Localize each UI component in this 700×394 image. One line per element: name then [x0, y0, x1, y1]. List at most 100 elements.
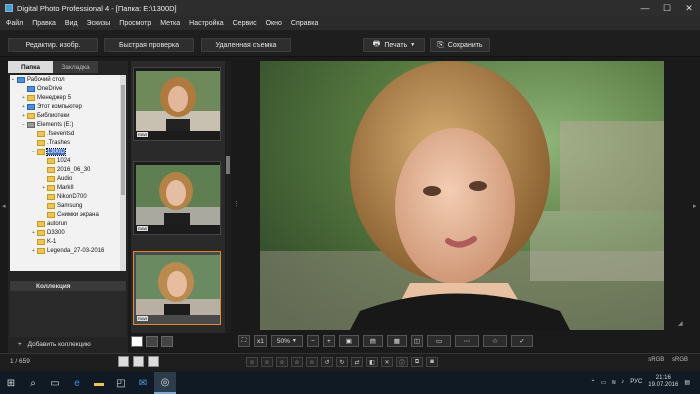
dual-view-icon[interactable] — [146, 336, 158, 347]
menu-preview[interactable]: Просмотр — [119, 20, 151, 27]
tree-item[interactable]: + MarkII — [10, 183, 126, 192]
store-icon[interactable]: ◰ — [110, 372, 132, 394]
thumbnail-scroll-thumb[interactable] — [226, 156, 230, 174]
windows-start-icon[interactable]: ⊞ — [0, 372, 22, 394]
search-icon[interactable]: ⌕ — [22, 372, 44, 394]
battery-icon[interactable]: ▭ — [601, 379, 607, 386]
edge-browser-icon[interactable]: e — [66, 372, 88, 394]
save-button[interactable]: ⎘ Сохранить — [430, 38, 490, 52]
rating-2-icon[interactable]: ☆ — [261, 357, 273, 367]
collection-header[interactable]: Коллекция — [10, 281, 126, 291]
tab-bookmark[interactable]: Закладка — [53, 61, 98, 73]
tree-item[interactable]: −1300D — [10, 147, 126, 156]
tree-item[interactable]: 2016_06_30 — [10, 165, 126, 174]
dpp-taskbar-icon[interactable]: ◎ — [154, 372, 176, 394]
menu-thumbnails[interactable]: Эскизы — [87, 20, 111, 27]
fit-to-window-button[interactable]: ⛶ — [238, 335, 250, 347]
copy-icon[interactable]: ⧉ — [411, 357, 423, 367]
info-display-icon[interactable]: ⋯ — [455, 335, 480, 347]
tree-item[interactable]: Снимки экрана — [10, 210, 126, 219]
rotate-right-icon[interactable]: ↻ — [336, 357, 348, 367]
rating-5-icon[interactable]: ☆ — [306, 357, 318, 367]
zoom-level-select[interactable]: 50% ▼ — [270, 335, 303, 347]
list-layout-icon[interactable] — [133, 356, 144, 367]
tree-item[interactable]: NikonD700 — [10, 192, 126, 201]
tree-item[interactable]: + Этот компьютер — [10, 102, 126, 111]
tree-item[interactable]: K-1 — [10, 237, 126, 246]
menu-tools[interactable]: Сервис — [233, 20, 257, 27]
print-button[interactable]: 🖶 Печать ▼ — [363, 38, 425, 52]
folder-tree[interactable]: ▪ Рабочий стол OneDrive + Менеджер 5 + Этот ко… — [10, 75, 126, 271]
thumbnail-layout-icon[interactable] — [118, 356, 129, 367]
quick-check-button[interactable]: Быстрая проверка — [104, 38, 194, 52]
notifications-icon[interactable]: ▤ — [684, 379, 690, 386]
remote-shooting-button[interactable]: Удаленная съемка — [201, 38, 291, 52]
rating-icon[interactable]: ☆ — [483, 335, 508, 347]
thumbnail-item[interactable]: RAW — [133, 161, 221, 235]
menu-edit[interactable]: Правка — [32, 20, 56, 27]
menu-help[interactable]: Справка — [291, 20, 318, 27]
info-icon[interactable]: ⓘ — [396, 357, 408, 367]
thumbnail-scrollbar[interactable] — [225, 61, 231, 333]
af-point-icon[interactable]: ▣ — [338, 335, 359, 347]
check-mark-icon[interactable]: ✓ — [511, 335, 534, 347]
splitter-handle-icon[interactable]: ⋮ — [233, 200, 240, 208]
highlight-warning-icon[interactable]: ▤ — [362, 335, 383, 347]
image-viewer[interactable] — [260, 61, 664, 330]
compare-icon[interactable]: ◧ — [366, 357, 378, 367]
right-collapse-arrow-icon[interactable]: ▸ — [693, 202, 697, 210]
single-view-icon[interactable] — [131, 336, 143, 347]
tree-item[interactable]: ▪ Рабочий стол — [10, 75, 126, 84]
layout-icon[interactable]: ▭ — [427, 335, 452, 347]
file-explorer-icon[interactable]: ▬ — [88, 372, 110, 394]
left-collapse-arrow-icon[interactable]: ◂ — [2, 202, 6, 210]
close-button[interactable]: ✕ — [678, 0, 700, 16]
zoom-in-button[interactable]: + — [322, 335, 335, 347]
resize-grip-icon[interactable]: ◢ — [678, 320, 683, 327]
rating-3-icon[interactable]: ☆ — [276, 357, 288, 367]
grid-overlay-icon[interactable]: ▦ — [386, 335, 407, 347]
preview-layout-icon[interactable] — [148, 356, 159, 367]
compare-icon[interactable]: ◫ — [410, 335, 424, 347]
mail-icon[interactable]: ✉ — [132, 372, 154, 394]
tree-item[interactable]: − Elements (E:) — [10, 120, 126, 129]
tree-item[interactable]: 1024 — [10, 156, 126, 165]
maximize-button[interactable]: ☐ — [656, 0, 678, 16]
menu-label[interactable]: Метка — [160, 20, 180, 27]
menu-view[interactable]: Вид — [65, 20, 78, 27]
network-icon[interactable]: ≋ — [611, 379, 616, 386]
tree-item[interactable]: .fseventsd — [10, 129, 126, 138]
camera-icon[interactable]: ◙ — [426, 357, 438, 367]
rating-4-icon[interactable]: ☆ — [291, 357, 303, 367]
volume-icon[interactable]: ♪ — [621, 379, 624, 385]
trash-icon[interactable]: ✕ — [381, 357, 393, 367]
task-view-icon[interactable]: ▭ — [44, 372, 66, 394]
zoom-1x-button[interactable]: x1 — [254, 335, 267, 347]
flip-icon[interactable]: ⇄ — [351, 357, 363, 367]
tree-item[interactable]: autorun — [10, 219, 126, 228]
tree-item[interactable]: + Legenda_27-03-2016 — [10, 246, 126, 255]
thumbnail-item-selected[interactable]: RAW — [133, 251, 221, 325]
minimize-button[interactable]: — — [634, 0, 656, 16]
zoom-out-button[interactable]: − — [306, 335, 319, 347]
menu-file[interactable]: Файл — [6, 20, 23, 27]
tree-item[interactable]: OneDrive — [10, 84, 126, 93]
input-language[interactable]: РУС — [630, 379, 642, 385]
grid-view-icon[interactable] — [161, 336, 173, 347]
menu-window[interactable]: Окно — [266, 20, 282, 27]
rotate-left-icon[interactable]: ↺ — [321, 357, 333, 367]
tree-item[interactable]: + Библиотеки — [10, 111, 126, 120]
thumbnail-item[interactable]: RAW — [133, 67, 221, 141]
rating-1-icon[interactable]: ☆ — [246, 357, 258, 367]
tree-item[interactable]: Audio — [10, 174, 126, 183]
tab-folder[interactable]: Папка — [8, 61, 53, 73]
add-collection-button[interactable]: + Добавить коллекцию — [18, 341, 91, 348]
tree-item[interactable]: .Trashes — [10, 138, 126, 147]
menu-settings[interactable]: Настройка — [189, 20, 223, 27]
tree-item[interactable]: + Менеджер 5 — [10, 93, 126, 102]
tray-chevron-icon[interactable]: ⌃ — [591, 379, 596, 386]
tree-item[interactable]: Samsung — [10, 201, 126, 210]
tree-item[interactable]: + D3300 — [10, 228, 126, 237]
clock[interactable]: 21:16 19.07.2016 — [648, 375, 678, 389]
edit-image-button[interactable]: Редактир. изобр. — [8, 38, 98, 52]
